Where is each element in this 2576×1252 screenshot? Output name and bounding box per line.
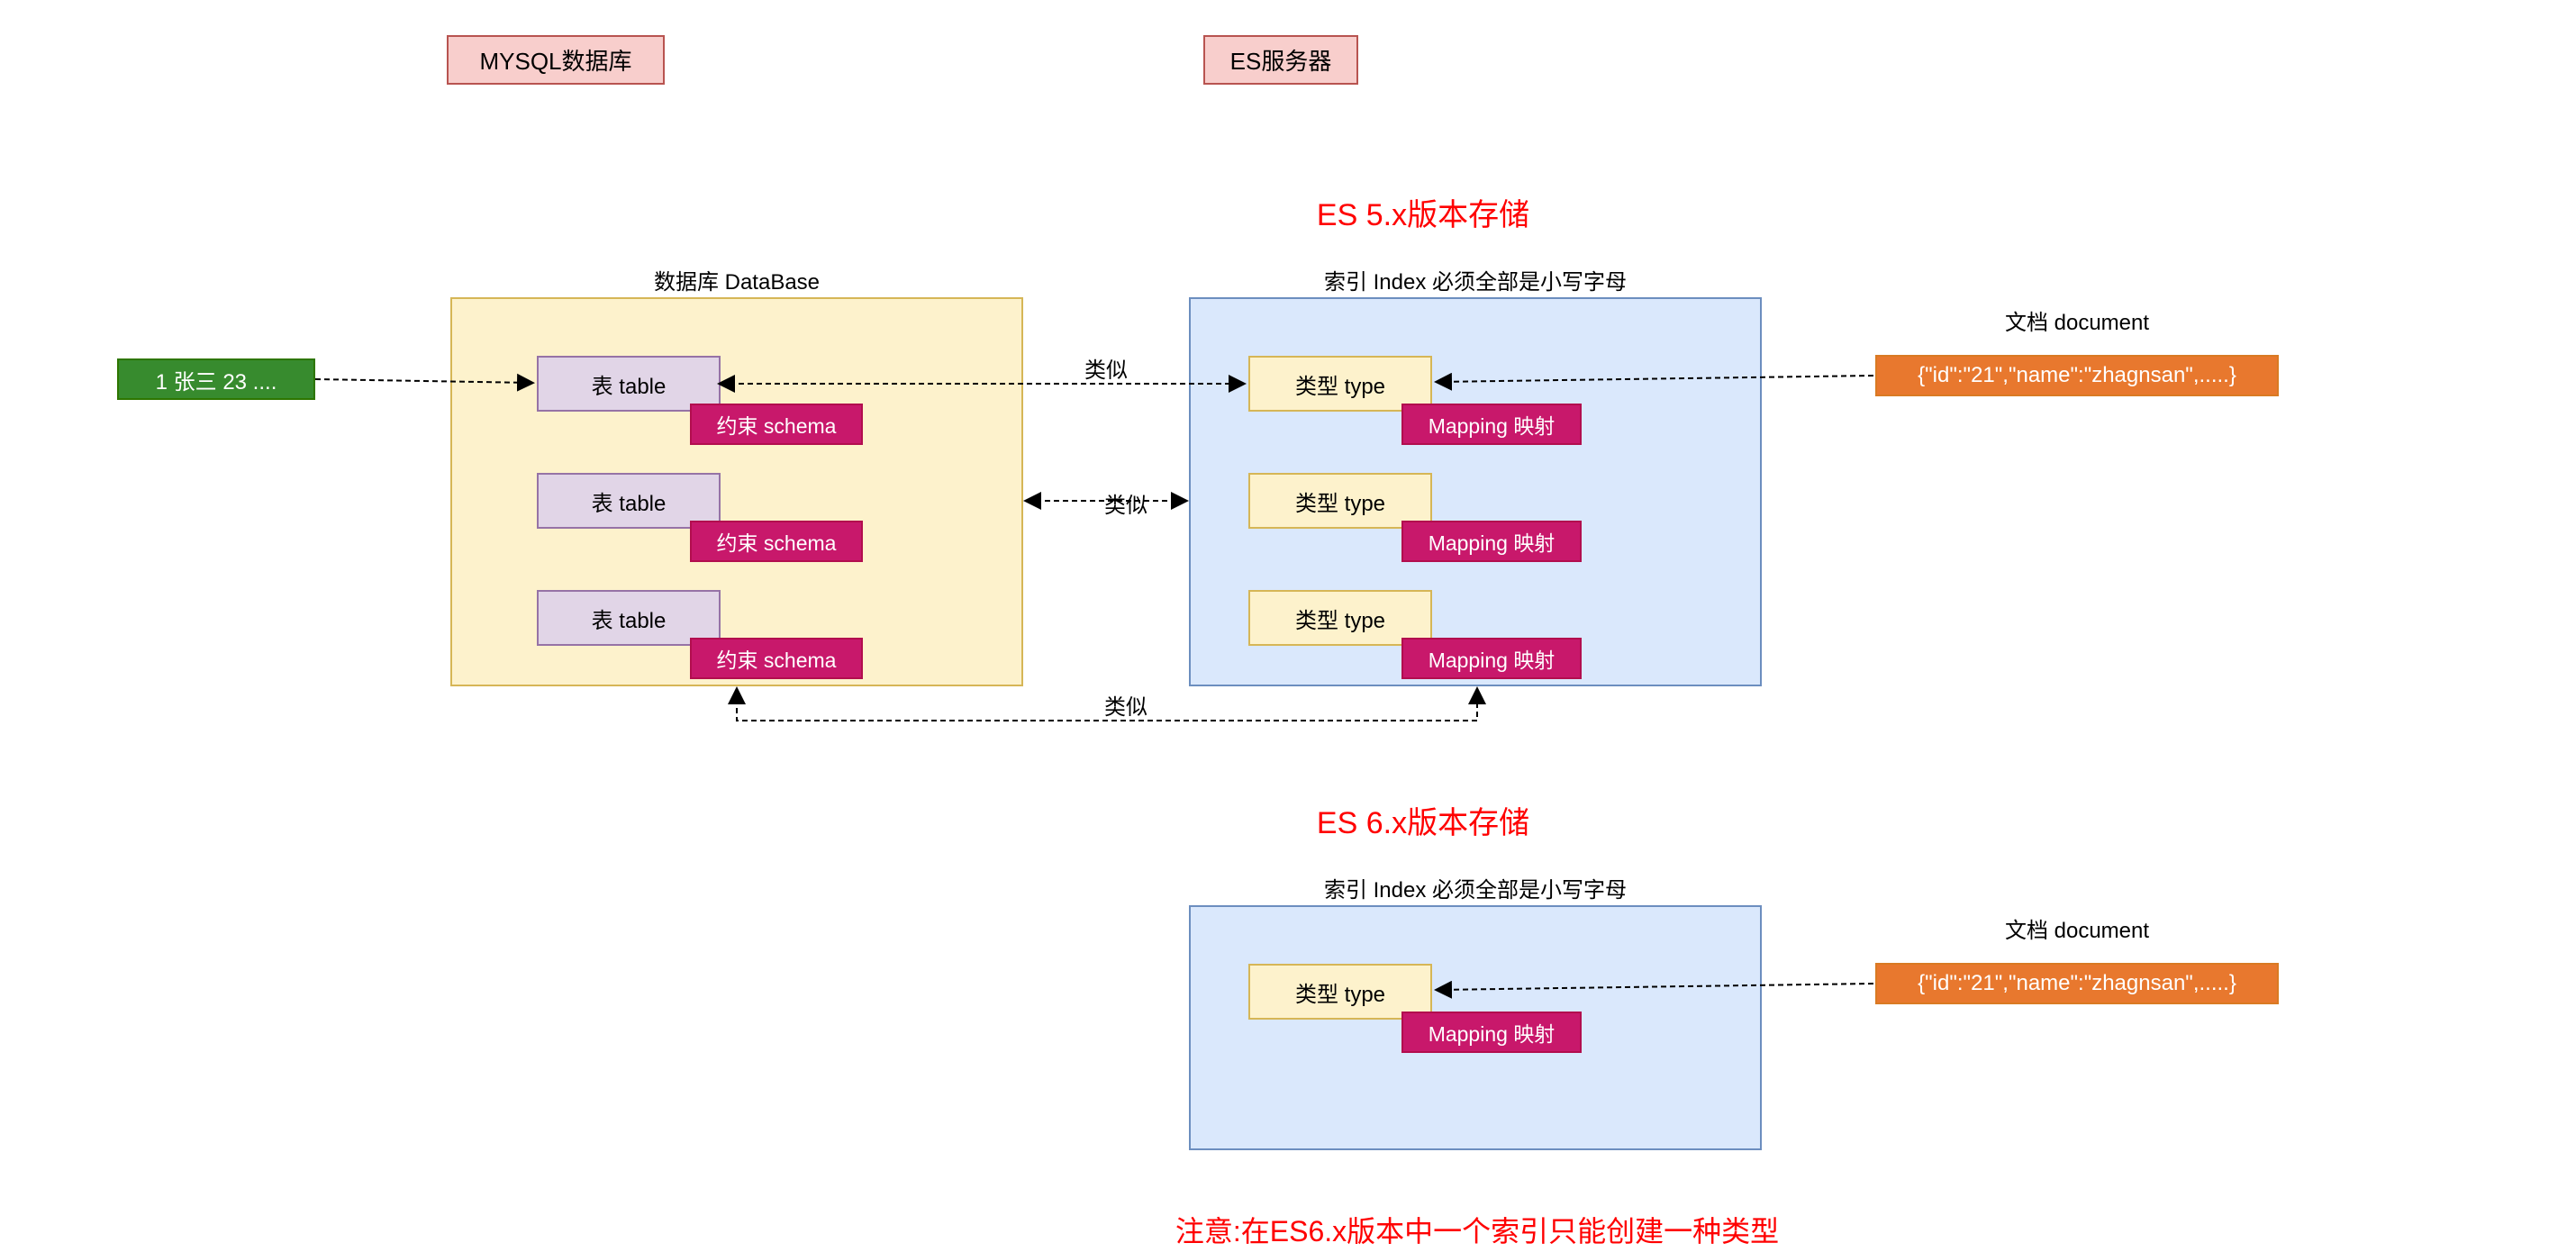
schema-box-3: 约束 schema — [690, 638, 863, 679]
row-box: 1 张三 23 .... — [117, 358, 315, 400]
index-label-es6: 索引 Index 必须全部是小写字母 — [1189, 869, 1762, 905]
mapping-box-3: Mapping 映射 — [1401, 638, 1582, 679]
schema-box-2: 约束 schema — [690, 521, 863, 562]
similar-label-1: 类似 — [1052, 349, 1160, 386]
mapping-box-2: Mapping 映射 — [1401, 521, 1582, 562]
similar-label-2: 类似 — [1072, 485, 1180, 521]
es5-title: ES 5.x版本存储 — [1288, 189, 1558, 234]
database-label: 数据库 DataBase — [450, 261, 1023, 297]
similar-label-3: 类似 — [1072, 686, 1180, 722]
document-label-es5: 文档 document — [1875, 302, 2279, 338]
doc-box-es6: {"id":"21","name":"zhagnsan",.....} — [1875, 963, 2279, 1004]
es6-title: ES 6.x版本存储 — [1288, 797, 1558, 842]
es-header: ES服务器 — [1203, 35, 1358, 85]
schema-box-1: 约束 schema — [690, 404, 863, 445]
mapping-box-es6: Mapping 映射 — [1401, 1012, 1582, 1053]
note-title: 注意:在ES6.x版本中一个索引只能创建一种类型 — [1126, 1207, 1828, 1252]
mapping-box-1: Mapping 映射 — [1401, 404, 1582, 445]
doc-box-es5: {"id":"21","name":"zhagnsan",.....} — [1875, 355, 2279, 396]
document-label-es6: 文档 document — [1875, 910, 2279, 946]
index-label-es5: 索引 Index 必须全部是小写字母 — [1189, 261, 1762, 297]
mysql-header: MYSQL数据库 — [447, 35, 665, 85]
